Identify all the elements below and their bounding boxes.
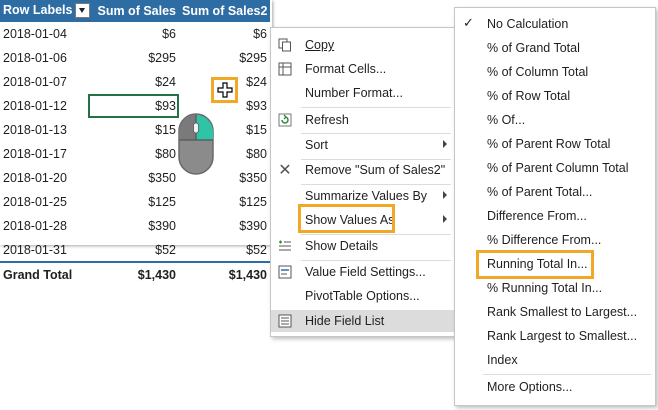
show-values-as-highlight [298,204,395,233]
submenu-item-rank-smallest-to-largest[interactable]: Rank Smallest to Largest... [455,300,655,324]
copy-icon [277,37,293,53]
show-details-icon [277,238,293,254]
selected-sales-cell[interactable]: $93 [88,93,179,118]
menu-item-pivottable-options[interactable]: PivotTable Options... [271,285,455,307]
cursor-highlight [211,77,238,103]
submenu-item-index[interactable]: Index [455,348,655,372]
row-label[interactable]: 2018-01-31 [0,237,88,263]
submenu-item-difference-from[interactable]: Difference From... [455,204,655,228]
pivot-table: Row Labels Sum of Sales Sum of Sales2 20… [0,0,272,286]
submenu-item-pct-of[interactable]: % Of... [455,108,655,132]
sum-of-sales-header[interactable]: Sum of Sales [88,0,179,22]
submenu-arrow-icon [443,191,447,199]
submenu-item-pct-running-total-in[interactable]: % Running Total In... [455,276,655,300]
row-labels-header[interactable]: Row Labels [0,0,91,22]
submenu-item-more-options[interactable]: More Options... [455,375,655,399]
sales2-cell[interactable]: $295 [179,45,270,70]
sales-cell[interactable]: $80 [88,141,179,166]
sales2-cell[interactable]: $6 [179,22,270,46]
context-menu: Copy Format Cells... Number Format... Re… [270,27,456,337]
close-icon: ✕ [278,162,292,179]
sales-cell[interactable]: $52 [88,237,179,263]
table-row: 2018-01-17 $80 $80 [0,141,270,166]
table-row: 2018-01-28 $390 $390 [0,213,270,238]
menu-item-remove[interactable]: ✕ Remove "Sum of Sales2" [271,159,455,181]
menu-item-format-cells[interactable]: Format Cells... [271,58,455,80]
sales-cell[interactable]: $6 [88,22,179,46]
sales-cell[interactable]: $125 [88,189,179,214]
submenu-item-pct-row-total[interactable]: % of Row Total [455,84,655,108]
row-label[interactable]: 2018-01-25 [0,189,88,214]
checkmark-icon: ✓ [463,15,474,30]
filter-dropdown-icon[interactable] [75,2,91,18]
menu-item-show-details[interactable]: Show Details [271,235,455,257]
mouse-right-click-icon [178,113,214,175]
row-label[interactable]: 2018-01-20 [0,165,88,190]
menu-divider [301,107,451,108]
row-label[interactable]: 2018-01-28 [0,213,88,238]
row-label[interactable]: 2018-01-04 [0,22,88,46]
cross-cursor-icon [216,82,233,98]
table-row: 2018-01-04 $6 $6 [0,22,270,46]
sum-of-sales2-header[interactable]: Sum of Sales2 [179,0,270,22]
submenu-item-pct-parent-column-total[interactable]: % of Parent Column Total [455,156,655,180]
sales-cell[interactable]: $350 [88,165,179,190]
running-total-highlight [476,250,594,279]
row-label[interactable]: 2018-01-12 [0,93,88,118]
menu-item-number-format[interactable]: Number Format... [271,82,455,104]
sales-cell[interactable]: $15 [88,117,179,142]
row-label[interactable]: 2018-01-17 [0,141,88,166]
submenu-arrow-icon [443,140,447,148]
sales2-cell[interactable]: $52 [179,237,270,263]
menu-item-sort[interactable]: Sort [271,134,455,156]
sales2-cell[interactable]: $390 [179,213,270,238]
submenu-item-no-calculation[interactable]: ✓ No Calculation [455,12,655,36]
value-field-settings-icon [277,264,293,280]
table-row: 2018-01-20 $350 $350 [0,165,270,190]
submenu-item-pct-grand-total[interactable]: % of Grand Total [455,36,655,60]
menu-item-label: Copy [305,38,335,52]
table-row: 2018-01-31 $52 $52 [0,237,270,263]
sales-cell[interactable]: $295 [88,45,179,70]
format-cells-icon [277,61,293,77]
row-label[interactable]: 2018-01-07 [0,69,88,94]
submenu-arrow-icon [443,215,447,223]
menu-item-hide-field-list[interactable]: Hide Field List [271,310,455,332]
submenu-item-pct-parent-total[interactable]: % of Parent Total... [455,180,655,204]
submenu-item-pct-column-total[interactable]: % of Column Total [455,60,655,84]
pivot-header-row: Row Labels Sum of Sales Sum of Sales2 [0,0,270,22]
menu-item-refresh[interactable]: Refresh [271,109,455,131]
sales-cell[interactable]: $24 [88,69,179,94]
menu-item-value-field-settings[interactable]: Value Field Settings... [271,261,455,283]
grand-total-label[interactable]: Grand Total [0,261,88,286]
grand-total-sales[interactable]: $1,430 [88,261,179,286]
row-label[interactable]: 2018-01-06 [0,45,88,70]
table-row: 2018-01-25 $125 $125 [0,189,270,214]
submenu-item-pct-difference-from[interactable]: % Difference From... [455,228,655,252]
sales-cell[interactable]: $390 [88,213,179,238]
refresh-icon [277,112,293,128]
table-row: 2018-01-06 $295 $295 [0,45,270,70]
sales2-cell[interactable]: $125 [179,189,270,214]
show-values-as-submenu: ✓ No Calculation % of Grand Total % of C… [454,7,656,406]
grand-total-sales2[interactable]: $1,430 [179,261,270,286]
row-labels-text: Row Labels [3,3,73,18]
submenu-item-pct-parent-row-total[interactable]: % of Parent Row Total [455,132,655,156]
table-row: 2018-01-13 $15 $15 [0,117,270,142]
menu-item-copy[interactable]: Copy [271,34,455,56]
grand-total-row: Grand Total $1,430 $1,430 [0,261,270,286]
submenu-item-rank-largest-to-smallest[interactable]: Rank Largest to Smallest... [455,324,655,348]
row-label[interactable]: 2018-01-13 [0,117,88,142]
field-list-icon [277,313,293,329]
